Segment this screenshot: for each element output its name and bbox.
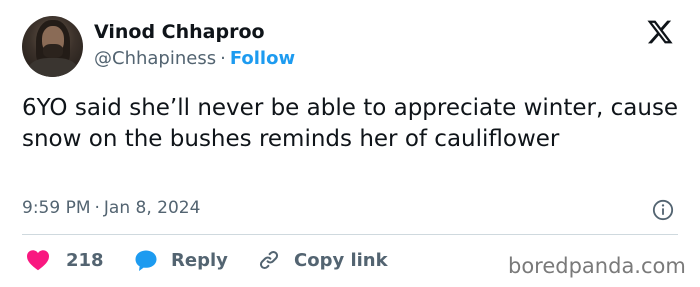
tweet-date: Jan 8, 2024 [103,198,201,218]
reply-button[interactable]: Reply [134,247,228,273]
boredpanda-watermark: boredpanda.com [508,254,686,278]
copy-link-label: Copy link [294,249,388,271]
heart-icon [27,250,49,271]
handle-separator: · [220,48,226,69]
info-icon[interactable] [652,199,674,221]
author-avatar[interactable] [22,16,83,77]
link-icon [259,250,279,270]
author-handle[interactable]: @Chhapiness [94,48,216,69]
tweet-time: 9:59 PM [22,198,91,218]
copy-link-button[interactable]: Copy link [258,247,388,273]
follow-button[interactable]: Follow [230,48,295,69]
author-handle-row: @Chhapiness · Follow [94,48,295,69]
tweet-text: 6YO said she’ll never be able to appreci… [22,95,679,152]
author-display-name[interactable]: Vinod Chhaproo [94,21,265,43]
timestamp-separator: · [94,198,100,218]
like-count: 218 [66,249,104,271]
x-logo-icon[interactable] [645,18,675,46]
tweet-timestamp[interactable]: 9:59 PM · Jan 8, 2024 [22,198,200,218]
speech-bubble-icon [135,250,157,271]
like-button[interactable]: 218 [26,247,104,273]
reply-label: Reply [171,249,228,271]
divider [22,234,678,235]
